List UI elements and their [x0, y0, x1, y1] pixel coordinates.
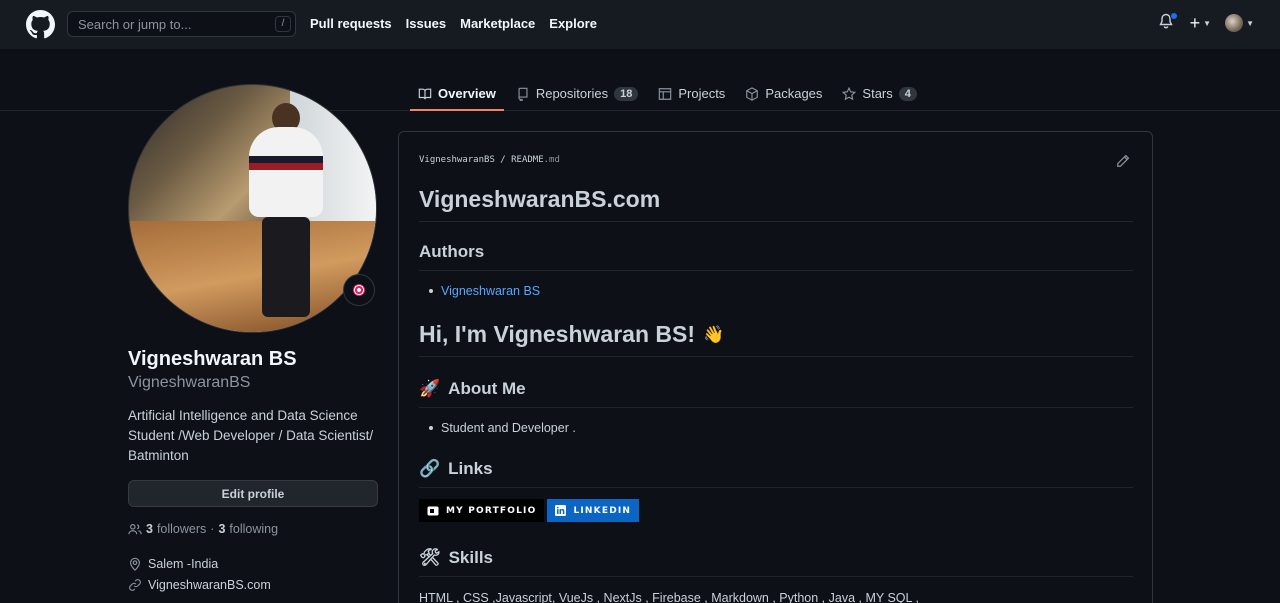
skills-heading: 🛠 Skills — [419, 548, 1133, 577]
search-input[interactable] — [78, 16, 258, 32]
tab-label: Stars — [862, 86, 893, 101]
photo-sweater — [249, 127, 323, 217]
about-text: Student and Developer . — [441, 421, 576, 435]
heading-text: Skills — [448, 548, 494, 567]
heading-text: Authors — [419, 242, 485, 261]
create-new-menu[interactable]: + ▼ — [1190, 13, 1211, 34]
nav-issues[interactable]: Issues — [406, 16, 446, 31]
profile-tabs: Overview Repositories 18 Projects Packag… — [410, 77, 929, 111]
book-icon — [418, 88, 432, 99]
photo-floor — [129, 220, 376, 332]
heading-text: Links — [448, 459, 493, 478]
heading-text: About Me — [448, 379, 526, 398]
tab-label: Packages — [765, 86, 823, 101]
tab-label: Projects — [678, 86, 726, 101]
linkedin-icon — [555, 505, 567, 516]
bullet — [429, 289, 433, 293]
separator-dot: · — [210, 522, 215, 536]
count-badge: 4 — [898, 86, 917, 101]
authors-heading: Authors — [419, 242, 1133, 271]
about-heading: 🚀 About Me — [419, 379, 1133, 408]
main-nav: Pull requests Issues Marketplace Explore — [310, 16, 597, 31]
avatar — [1225, 14, 1244, 32]
tab-projects[interactable]: Projects — [650, 77, 733, 110]
skills-text: HTML , CSS ,Javascript, VueJs , NextJs ,… — [419, 591, 919, 603]
tab-stars[interactable]: Stars 4 — [834, 77, 924, 110]
github-logo-icon[interactable] — [26, 10, 55, 39]
profile-login: VigneshwaranBS — [128, 374, 251, 391]
target-emoji-icon — [353, 284, 365, 296]
readme-title: VigneshwaranBS.com — [419, 186, 1133, 222]
followers-label[interactable]: followers — [157, 522, 206, 536]
tab-packages[interactable]: Packages — [737, 77, 830, 110]
portfolio-icon — [427, 506, 439, 515]
tools-icon: 🛠 — [419, 548, 441, 567]
search-box[interactable]: / — [67, 11, 296, 37]
heading-text: Hi, I'm Vigneshwaran BS! — [419, 321, 695, 347]
star-icon — [842, 86, 857, 100]
following-count[interactable]: 3 — [218, 522, 225, 536]
package-icon — [746, 86, 759, 101]
profile-website: VigneshwaranBS.com — [128, 578, 271, 592]
followers-count[interactable]: 3 — [146, 522, 153, 536]
chevron-down-icon: ▼ — [1203, 18, 1212, 28]
user-menu[interactable]: ▼ — [1225, 14, 1254, 32]
crumb-separator: / — [500, 155, 506, 165]
bullet — [429, 426, 433, 430]
repo-icon — [518, 87, 528, 101]
photo-legs — [262, 217, 310, 317]
notification-dot — [1169, 12, 1178, 20]
plus-icon: + — [1189, 12, 1201, 33]
chevron-down-icon: ▼ — [1246, 18, 1254, 28]
profile-bio: Artificial Intelligence and Data Science… — [128, 408, 374, 463]
linkedin-badge[interactable]: LINKEDIN — [547, 499, 640, 522]
waving-hand-icon: 👋 — [703, 324, 725, 344]
readme-breadcrumb: VigneshwaranBS / README.md — [419, 155, 560, 165]
notifications-button[interactable] — [1158, 12, 1178, 34]
follow-stats: 3 followers · 3 following — [128, 522, 278, 536]
nav-explore[interactable]: Explore — [549, 16, 597, 31]
portfolio-badge[interactable]: MY PORTFOLIO — [419, 499, 545, 522]
profile-photo[interactable] — [128, 84, 377, 333]
nav-marketplace[interactable]: Marketplace — [460, 16, 535, 31]
location-pin-icon — [130, 557, 140, 571]
edit-profile-button[interactable]: Edit profile — [128, 480, 378, 507]
nav-pull-requests[interactable]: Pull requests — [310, 16, 392, 31]
crumb-user[interactable]: VigneshwaranBS — [419, 155, 495, 165]
link-icon — [129, 579, 141, 591]
link-icon: 🔗 — [419, 459, 441, 478]
readme-card: VigneshwaranBS / README.md VigneshwaranB… — [398, 131, 1153, 603]
set-status-button[interactable] — [343, 274, 375, 306]
hi-heading: Hi, I'm Vigneshwaran BS! 👋 — [419, 321, 1133, 357]
author-link[interactable]: Vigneshwaran BS — [441, 284, 540, 298]
about-list-item: Student and Developer . — [429, 421, 576, 435]
pencil-icon[interactable] — [1116, 154, 1130, 168]
website-link[interactable]: VigneshwaranBS.com — [148, 578, 271, 592]
project-table-icon — [659, 87, 672, 100]
badge-label: LINKEDIN — [573, 505, 632, 516]
count-badge: 18 — [614, 86, 639, 101]
links-heading: 🔗 Links — [419, 459, 1133, 488]
rocket-icon: 🚀 — [419, 379, 441, 398]
tab-repositories[interactable]: Repositories 18 — [508, 77, 647, 110]
people-icon — [128, 524, 142, 535]
slash-shortcut-hint: / — [275, 16, 291, 32]
profile-location: Salem -India — [128, 557, 218, 571]
crumb-ext: .md — [543, 155, 560, 165]
crumb-file[interactable]: README — [511, 155, 544, 165]
link-badges: MY PORTFOLIO LINKEDIN — [419, 499, 640, 522]
tab-label: Overview — [438, 86, 496, 101]
tab-overview[interactable]: Overview — [410, 77, 504, 111]
badge-label: MY PORTFOLIO — [446, 505, 537, 516]
tab-label: Repositories — [535, 86, 609, 101]
profile-name: Vigneshwaran BS — [128, 348, 297, 370]
following-label[interactable]: following — [229, 522, 278, 536]
top-header: / Pull requests Issues Marketplace Explo… — [0, 0, 1280, 49]
header-actions: + ▼ ▼ — [1158, 12, 1254, 34]
location-text: Salem -India — [148, 557, 219, 571]
author-list-item: Vigneshwaran BS — [429, 284, 540, 298]
